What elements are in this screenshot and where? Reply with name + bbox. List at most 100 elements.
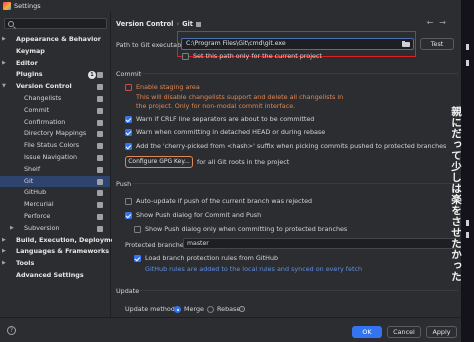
sidebar-item-advanced-settings[interactable]: Advanced Settings xyxy=(0,270,110,282)
sidebar-item-build-execution-deployment[interactable]: ▶ Build, Execution, Deployment xyxy=(0,235,123,247)
sidebar-item-label: Shelf xyxy=(24,164,41,173)
sidebar-item-perforce[interactable]: Perforce xyxy=(0,211,110,223)
settings-search-input[interactable] xyxy=(4,18,107,29)
auto-update-checkbox[interactable] xyxy=(125,198,132,205)
chevron-right-icon[interactable]: ▶ xyxy=(2,235,6,247)
show-push-dialog-checkbox[interactable] xyxy=(125,212,132,219)
cancel-button[interactable]: Cancel xyxy=(387,326,421,338)
project-scope-icon xyxy=(97,225,103,232)
chevron-down-icon[interactable]: ▼ xyxy=(2,81,6,93)
test-button[interactable]: Test xyxy=(420,38,454,50)
load-rules-checkbox[interactable] xyxy=(134,255,141,262)
project-scope-icon xyxy=(97,95,103,102)
load-rules-note: GitHub rules are added to the local rule… xyxy=(145,265,363,273)
info-icon[interactable]: i xyxy=(239,306,245,312)
auto-update-label: Auto-update if push of the current branc… xyxy=(136,197,313,205)
window-title: Settings xyxy=(14,2,41,10)
chevron-right-icon[interactable]: ▶ xyxy=(2,258,6,270)
project-scope-icon xyxy=(97,166,103,173)
warn-detached-label: Warn when committing in detached HEAD or… xyxy=(136,128,326,136)
sidebar-item-label: Changelists xyxy=(24,93,62,102)
sidebar-item-subversion[interactable]: ▶ Subversion xyxy=(0,223,110,235)
rebase-radio[interactable] xyxy=(207,306,214,313)
overlay-japanese-text: 親にだって少しは楽をさせたかった xyxy=(450,106,462,282)
sidebar-item-appearance-behavior[interactable]: ▶ Appearance & Behavior xyxy=(0,34,110,46)
update-divider xyxy=(139,290,458,291)
warn-crlf-checkbox[interactable] xyxy=(125,116,132,123)
app-logo-icon xyxy=(3,2,11,10)
sidebar-item-label: Plugins xyxy=(16,70,43,79)
update-method-label: Update method: xyxy=(125,305,178,313)
background-mark xyxy=(466,44,469,50)
chevron-right-icon[interactable]: ▶ xyxy=(2,246,6,258)
sidebar-item-version-control[interactable]: ▼ Version Control xyxy=(0,81,110,93)
protected-branches-input[interactable]: master xyxy=(183,238,456,249)
protected-branches-value: master xyxy=(187,240,209,247)
sidebar-item-github[interactable]: GitHub xyxy=(0,187,110,199)
merge-label: Merge xyxy=(184,305,204,313)
project-scope-icon xyxy=(97,213,103,220)
sidebar-item-label: Git xyxy=(24,176,34,185)
background-mark xyxy=(466,220,469,226)
apply-button[interactable]: Apply xyxy=(426,326,457,338)
forward-arrow-icon[interactable]: → xyxy=(439,18,452,27)
rebase-label: Rebase xyxy=(217,305,241,313)
chevron-right-icon[interactable]: ▶ xyxy=(2,34,6,46)
warn-detached-checkbox[interactable] xyxy=(125,129,132,136)
sidebar-item-file-status-colors[interactable]: File Status Colors xyxy=(0,140,110,152)
sidebar-item-changelists[interactable]: Changelists xyxy=(0,93,110,105)
project-scope-icon xyxy=(97,178,103,185)
sidebar-item-label: Advanced Settings xyxy=(16,270,84,279)
sidebar-item-label: Subversion xyxy=(24,223,60,232)
cherry-pick-checkbox[interactable] xyxy=(125,143,132,150)
breadcrumb: Version Control › Git xyxy=(116,20,201,28)
project-scope-icon xyxy=(97,72,103,79)
title-bar: Settings xyxy=(0,0,461,12)
background-mark xyxy=(466,60,469,66)
protected-branches-label: Protected branches: xyxy=(125,241,190,249)
sidebar-item-label: Editor xyxy=(16,58,38,67)
push-protected-only-checkbox[interactable] xyxy=(134,226,141,233)
ok-button[interactable]: OK xyxy=(352,326,382,338)
settings-window: ▶ Appearance & Behavior Keymap ▶ Editor Plugi… xyxy=(0,12,461,342)
sidebar-item-mercurial[interactable]: Mercurial xyxy=(0,199,110,211)
sidebar-item-label: Build, Execution, Deployment xyxy=(16,235,123,244)
sidebar-item-keymap[interactable]: Keymap xyxy=(0,46,110,58)
commit-heading: Commit xyxy=(116,70,142,78)
search-icon xyxy=(8,20,14,27)
sidebar-item-languages-frameworks[interactable]: ▶ Languages & Frameworks xyxy=(0,246,110,258)
help-icon[interactable]: ? xyxy=(7,326,16,335)
configure-gpg-button[interactable]: Configure GPG Key... xyxy=(125,156,193,168)
sidebar-item-label: Mercurial xyxy=(24,200,54,209)
staging-checkbox[interactable] xyxy=(125,84,132,91)
sidebar-item-directory-mappings[interactable]: Directory Mappings xyxy=(0,128,110,140)
sidebar-item-tools[interactable]: ▶ Tools xyxy=(0,258,110,270)
push-divider xyxy=(133,183,458,184)
chevron-right-icon[interactable]: ▶ xyxy=(10,223,14,235)
project-scope-icon xyxy=(195,21,201,27)
breadcrumb-current: Git xyxy=(182,20,193,28)
push-protected-only-label: Show Push dialog only when committing to… xyxy=(145,225,348,233)
update-heading: Update xyxy=(116,287,140,295)
sidebar-item-label: Perforce xyxy=(24,211,51,220)
sidebar-item-editor[interactable]: ▶ Editor xyxy=(0,58,110,70)
sidebar-item-label: Version Control xyxy=(16,82,72,91)
project-scope-icon xyxy=(97,154,103,161)
sidebar-item-plugins[interactable]: Plugins 1 xyxy=(0,69,110,81)
dialog-footer: ? OK Cancel Apply xyxy=(0,317,461,342)
sidebar-item-label: Keymap xyxy=(16,46,45,55)
sidebar-item-commit[interactable]: Commit xyxy=(0,105,110,117)
breadcrumb-separator: › xyxy=(176,20,180,28)
staging-note-line2: the project. Only for non-modal commit i… xyxy=(136,102,296,110)
path-project-checkbox[interactable] xyxy=(182,53,189,60)
back-arrow-icon[interactable]: ← xyxy=(427,18,440,27)
show-push-dialog-label: Show Push dialog for Commit and Push xyxy=(136,211,262,219)
sidebar-item-confirmation[interactable]: Confirmation xyxy=(0,117,110,129)
breadcrumb-parent[interactable]: Version Control xyxy=(116,20,173,28)
chevron-right-icon[interactable]: ▶ xyxy=(2,58,6,70)
sidebar-item-shelf[interactable]: Shelf xyxy=(0,164,110,176)
merge-radio[interactable] xyxy=(174,306,181,313)
sidebar-item-git[interactable]: Git xyxy=(0,175,110,188)
sidebar-item-issue-navigation[interactable]: Issue Navigation xyxy=(0,152,110,164)
sidebar-item-label: Commit xyxy=(24,105,50,114)
